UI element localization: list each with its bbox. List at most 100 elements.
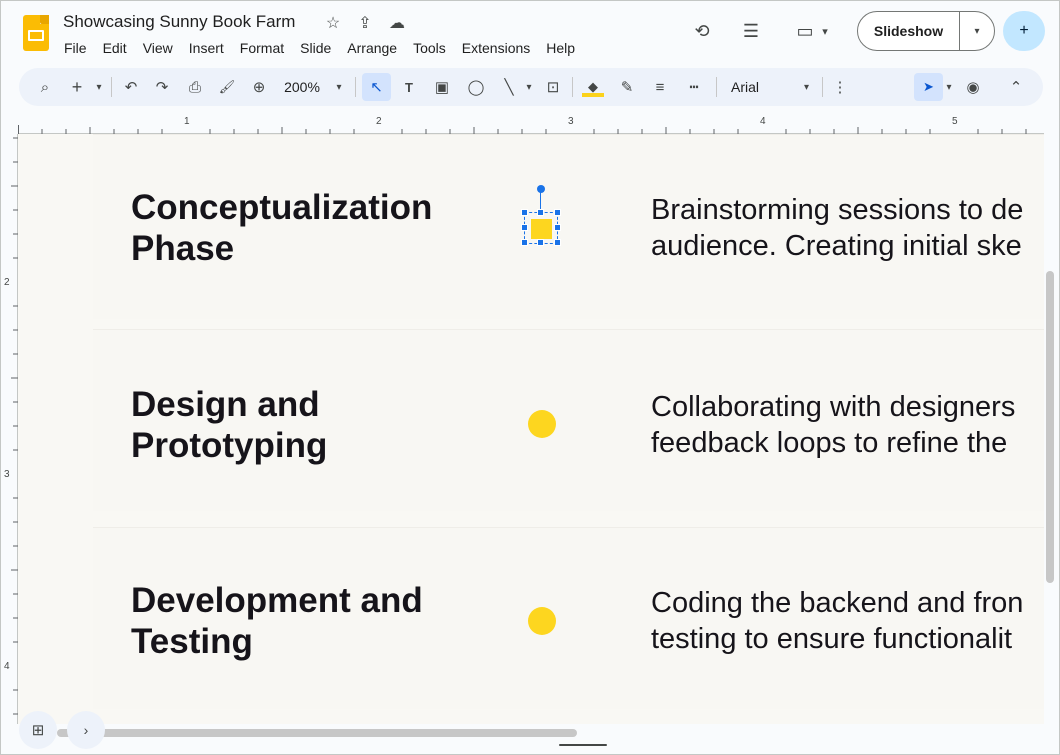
phase-1-title[interactable]: Conceptualization Phase [131, 187, 432, 269]
resize-handle-nw[interactable] [521, 209, 528, 216]
ruler-label-2: 2 [376, 116, 382, 127]
select-tool-icon[interactable]: ↖ [362, 73, 391, 101]
phase-3-description[interactable]: Coding the backend and fron testing to e… [651, 585, 1023, 657]
phase-1-title-line2: Phase [131, 229, 235, 268]
new-slide-icon[interactable]: + [67, 73, 87, 101]
zoom-icon[interactable]: ⊕ [247, 73, 271, 101]
redo-icon[interactable]: ↷ [150, 73, 174, 101]
font-select[interactable]: Arial ▾ [725, 73, 815, 101]
menu-slide[interactable]: Slide [292, 37, 339, 59]
font-caret-icon: ▾ [803, 81, 809, 93]
border-dash-icon[interactable]: ┅ [682, 73, 706, 101]
ruler-label-5: 5 [952, 116, 958, 127]
document-title[interactable]: Showcasing Sunny Book Farm [63, 12, 295, 32]
resize-handle-s[interactable] [537, 239, 544, 246]
grid-view-button[interactable]: ⊞ [19, 711, 57, 749]
zoom-caret-icon[interactable]: ▾ [333, 73, 345, 101]
phase-3-title-line1: Development and [131, 581, 423, 620]
resize-handle-n[interactable] [537, 209, 544, 216]
move-folder-icon[interactable]: ⇪ [355, 13, 375, 33]
ruler-label-3: 3 [568, 116, 574, 127]
resize-handle-sw[interactable] [521, 239, 528, 246]
fill-color-indicator [582, 93, 604, 97]
show-filmstrip-button[interactable]: › [67, 711, 105, 749]
grid-view-icon: ⊞ [31, 722, 45, 739]
resize-handle-se[interactable] [554, 239, 561, 246]
phase-2-dot[interactable] [528, 410, 556, 438]
paint-format-icon[interactable]: 🖌 [215, 73, 239, 101]
pointer-caret-icon[interactable]: ▾ [943, 73, 955, 101]
line-icon[interactable]: ╲ [497, 73, 521, 101]
menu-edit[interactable]: Edit [95, 37, 135, 59]
text-box-icon[interactable]: T [397, 73, 421, 101]
comments-icon[interactable]: ☰ [739, 19, 763, 43]
vertical-ruler[interactable]: 2 3 4 [1, 134, 18, 724]
border-color-icon[interactable]: ✎ [615, 73, 639, 101]
menu-insert[interactable]: Insert [181, 37, 232, 59]
meet-video-icon[interactable]: ▭ [793, 19, 817, 43]
line-caret-icon[interactable]: ▾ [523, 73, 535, 101]
vertical-scrollbar[interactable] [1046, 271, 1054, 583]
phase-1-description[interactable]: Brainstorming sessions to de audience. C… [651, 192, 1023, 264]
slideshow-options-icon[interactable]: ▾ [960, 12, 994, 50]
slideshow-button-label[interactable]: Slideshow [858, 12, 960, 50]
phase-1-desc-line1: Brainstorming sessions to de [651, 194, 1024, 226]
phase-2-title-line2: Prototyping [131, 426, 328, 465]
print-icon[interactable]: ⎙ [183, 73, 207, 101]
undo-icon[interactable]: ↶ [119, 73, 143, 101]
record-icon[interactable]: ◉ [961, 73, 985, 101]
rotate-handle[interactable] [537, 185, 545, 193]
resize-handle-e[interactable] [554, 224, 561, 231]
ruler-label-v4: 4 [4, 661, 10, 672]
collapse-toolbar-icon[interactable]: ⌃ [1004, 73, 1028, 101]
menu-file[interactable]: File [56, 37, 95, 59]
slides-logo-icon[interactable] [23, 15, 49, 51]
share-button[interactable]: + [1003, 11, 1045, 51]
menu-extensions[interactable]: Extensions [454, 37, 538, 59]
menu-tools[interactable]: Tools [405, 37, 454, 59]
placeholder-icon[interactable]: ⊡ [541, 73, 565, 101]
phase-3-desc-line1: Coding the backend and fron [651, 587, 1024, 619]
menu-arrange[interactable]: Arrange [339, 37, 405, 59]
resize-handle-ne[interactable] [554, 209, 561, 216]
menu-view[interactable]: View [135, 37, 181, 59]
slide-canvas[interactable]: Conceptualization Phase Brainstorming se… [18, 134, 1044, 724]
phase-2-description[interactable]: Collaborating with designers feedback lo… [651, 389, 1015, 461]
app-header: Showcasing Sunny Book Farm ☆ ⇪ ☁ File Ed… [1, 1, 1059, 65]
phase-3-desc-line2: testing to ensure functionalit [651, 623, 1013, 655]
phase-2-title-line1: Design and [131, 385, 320, 424]
slideshow-button: Slideshow ▾ [857, 11, 995, 51]
more-options-icon[interactable]: ⋮ [830, 73, 850, 101]
laser-pointer-icon[interactable]: ➤ [914, 73, 943, 101]
star-icon[interactable]: ☆ [323, 13, 343, 33]
border-weight-icon[interactable]: ≡ [648, 73, 672, 101]
title-actions: ☆ ⇪ ☁ [323, 13, 407, 33]
menu-help[interactable]: Help [538, 37, 583, 59]
search-menus-icon[interactable]: ⌕ [33, 73, 57, 101]
horizontal-ruler[interactable]: 1 2 3 4 5 [18, 113, 1044, 134]
phase-3-title-line2: Testing [131, 622, 253, 661]
phase-3-dot[interactable] [528, 607, 556, 635]
slides-app: Showcasing Sunny Book Farm ☆ ⇪ ☁ File Ed… [0, 0, 1060, 755]
filmstrip-drag-handle[interactable] [559, 744, 607, 746]
main-toolbar: ⌕ + ▾ ↶ ↷ ⎙ 🖌 ⊕ 200% ▾ ↖ T ▣ ◯ ╲ ▾ ⊡ ◆ ✎… [19, 68, 1043, 106]
phase-2-title[interactable]: Design and Prototyping [131, 384, 327, 466]
new-slide-caret-icon[interactable]: ▾ [93, 73, 105, 101]
phase-1-title-line1: Conceptualization [131, 188, 433, 227]
ruler-label-1: 1 [184, 116, 190, 127]
zoom-select[interactable]: 200% [275, 73, 329, 101]
phase-1-desc-line2: audience. Creating initial ske [651, 230, 1022, 262]
phase-2-desc-line1: Collaborating with designers [651, 391, 1016, 423]
resize-handle-w[interactable] [521, 224, 528, 231]
version-history-icon[interactable]: ⟲ [690, 19, 714, 43]
cloud-status-icon[interactable]: ☁ [387, 13, 407, 33]
ruler-label-v2: 2 [4, 277, 10, 288]
shape-icon[interactable]: ◯ [464, 73, 488, 101]
menu-format[interactable]: Format [232, 37, 292, 59]
ruler-label-v3: 3 [4, 469, 10, 480]
insert-image-icon[interactable]: ▣ [430, 73, 454, 101]
meet-caret-icon[interactable]: ▾ [819, 19, 831, 43]
phase-3-title[interactable]: Development and Testing [131, 580, 423, 662]
horizontal-scrollbar[interactable] [57, 729, 577, 737]
chevron-right-icon: › [83, 722, 89, 738]
